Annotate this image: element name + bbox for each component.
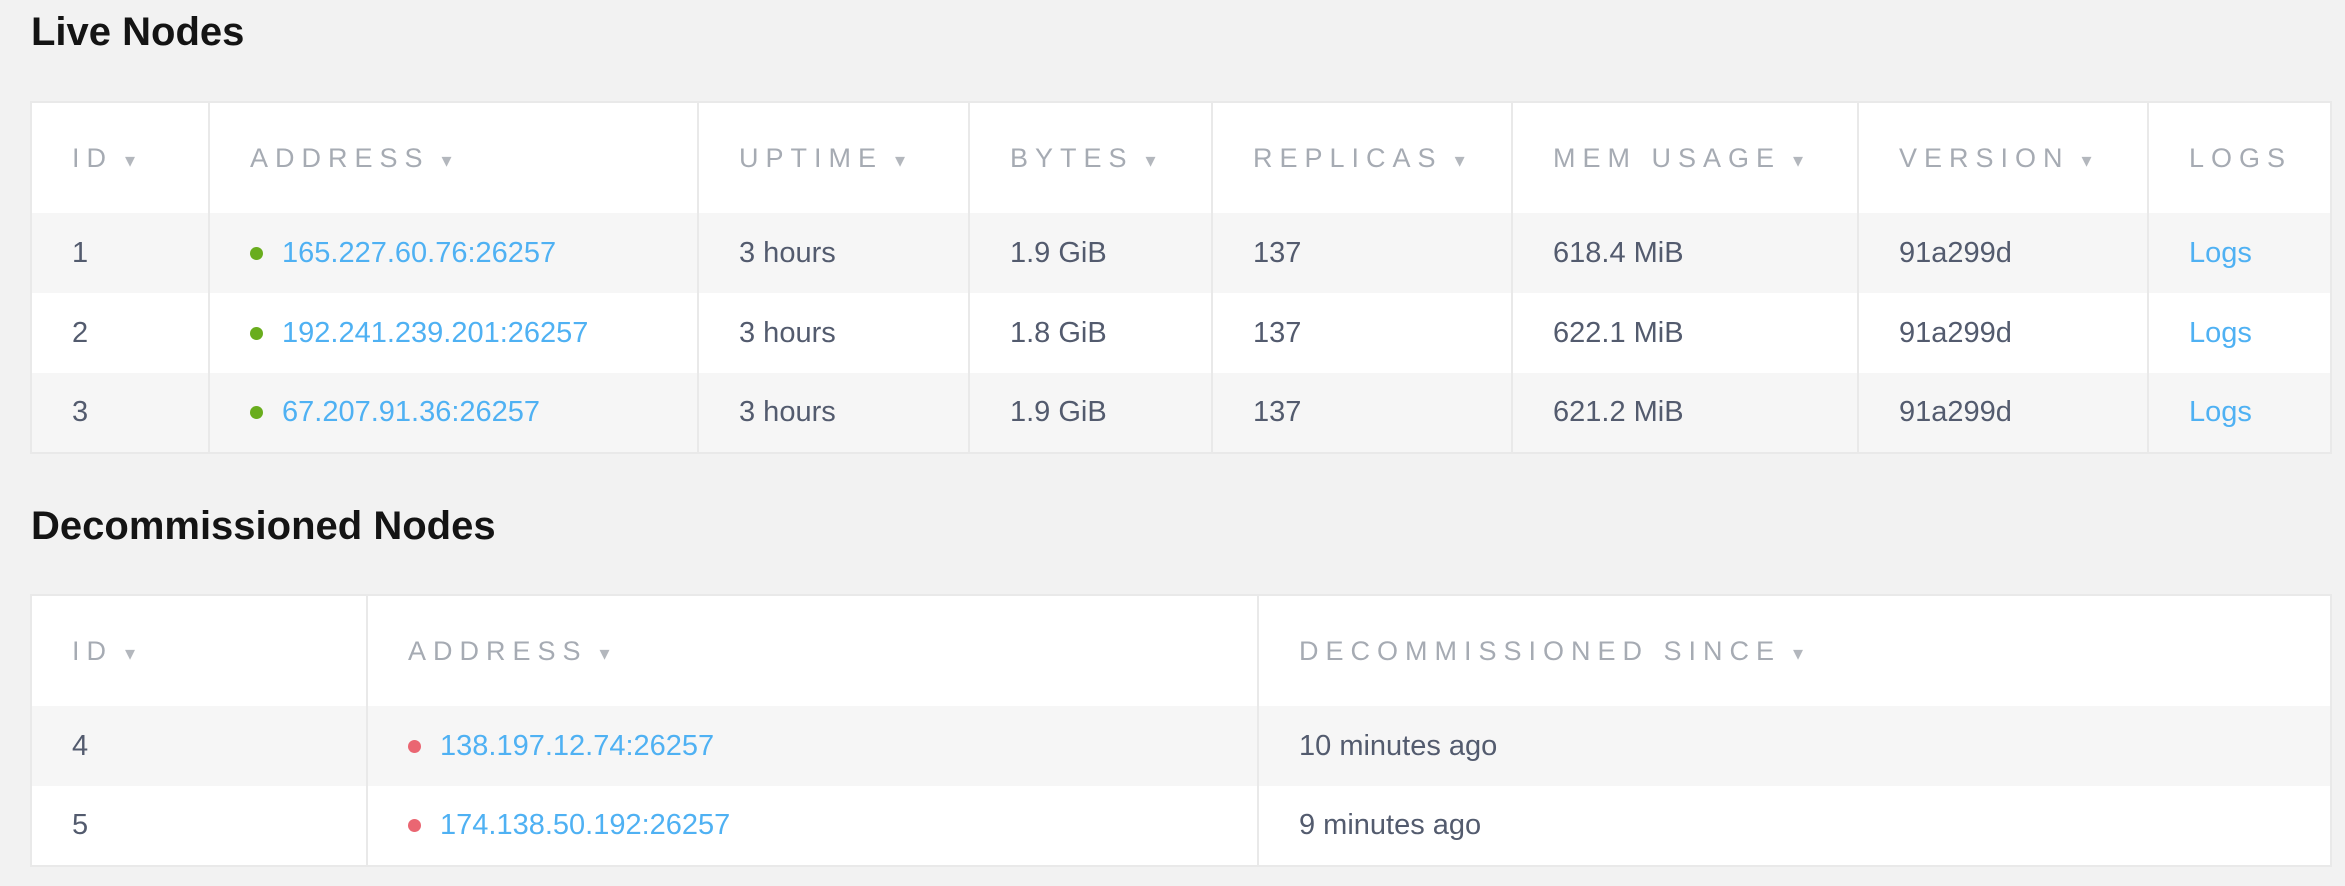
live-nodes-section: Live Nodes ID ▾ ADDRESS ▾ UPTIME ▾ BYTES ▾ R… [0, 8, 2345, 454]
live-nodes-table: ID ▾ ADDRESS ▾ UPTIME ▾ BYTES ▾ REPLICAS ▾ ME… [30, 101, 2332, 454]
column-header-bytes[interactable]: BYTES ▾ [969, 102, 1212, 213]
node-address-cell: 165.227.60.76:26257 [209, 213, 698, 293]
logs-link[interactable]: Logs [2189, 237, 2252, 269]
live-status-icon [250, 406, 263, 419]
uptime-cell: 3 hours [698, 293, 969, 373]
column-header-label: REPLICAS [1253, 143, 1443, 173]
live-nodes-title: Live Nodes [31, 8, 2345, 56]
node-id-cell: 1 [31, 213, 209, 293]
table-header-row: ID ▾ ADDRESS ▾ UPTIME ▾ BYTES ▾ REPLICAS ▾ ME… [31, 102, 2331, 213]
sort-arrow-icon: ▾ [1455, 150, 1465, 172]
logs-link[interactable]: Logs [2189, 317, 2252, 349]
column-header-decommissioned-since[interactable]: DECOMMISSIONED SINCE ▾ [1258, 595, 2331, 706]
uptime-cell: 3 hours [698, 213, 969, 293]
column-header-address[interactable]: ADDRESS ▾ [209, 102, 698, 213]
node-id-cell: 2 [31, 293, 209, 373]
decommissioned-status-icon [408, 819, 421, 832]
column-header-uptime[interactable]: UPTIME ▾ [698, 102, 969, 213]
column-header-label: UPTIME [739, 143, 883, 173]
address-link[interactable]: 192.241.239.201:26257 [282, 317, 588, 350]
column-header-label: ID [72, 636, 113, 666]
sort-arrow-icon: ▾ [895, 150, 905, 172]
node-address-cell: 138.197.12.74:26257 [367, 706, 1258, 786]
column-header-label: LOGS [2189, 143, 2292, 173]
table-header-row: ID ▾ ADDRESS ▾ DECOMMISSIONED SINCE ▾ [31, 595, 2331, 706]
sort-arrow-icon: ▾ [125, 150, 135, 172]
decommissioned-since-cell: 10 minutes ago [1258, 706, 2331, 786]
bytes-cell: 1.8 GiB [969, 293, 1212, 373]
sort-arrow-icon: ▾ [1146, 150, 1156, 172]
decommissioned-nodes-section: Decommissioned Nodes ID ▾ ADDRESS ▾ DECOMM… [0, 502, 2345, 867]
replicas-cell: 137 [1212, 293, 1512, 373]
column-header-mem-usage[interactable]: MEM USAGE ▾ [1512, 102, 1858, 213]
logs-cell: Logs [2148, 293, 2331, 373]
sort-arrow-icon: ▾ [600, 643, 610, 665]
live-status-icon [250, 247, 263, 260]
node-id-cell: 4 [31, 706, 367, 786]
table-row: 3 67.207.91.36:26257 3 hours 1.9 GiB 137… [31, 373, 2331, 453]
node-address-cell: 67.207.91.36:26257 [209, 373, 698, 453]
column-header-label: ID [72, 143, 113, 173]
sort-arrow-icon: ▾ [2082, 150, 2092, 172]
column-header-id[interactable]: ID ▾ [31, 102, 209, 213]
column-header-replicas[interactable]: REPLICAS ▾ [1212, 102, 1512, 213]
sort-arrow-icon: ▾ [442, 150, 452, 172]
column-header-label: ADDRESS [250, 143, 430, 173]
table-row: 5 174.138.50.192:26257 9 minutes ago [31, 786, 2331, 866]
sort-arrow-icon: ▾ [125, 643, 135, 665]
decommissioned-nodes-title: Decommissioned Nodes [31, 502, 2345, 550]
bytes-cell: 1.9 GiB [969, 213, 1212, 293]
column-header-label: VERSION [1899, 143, 2070, 173]
table-row: 2 192.241.239.201:26257 3 hours 1.8 GiB … [31, 293, 2331, 373]
mem-usage-cell: 621.2 MiB [1512, 373, 1858, 453]
replicas-cell: 137 [1212, 213, 1512, 293]
mem-usage-cell: 622.1 MiB [1512, 293, 1858, 373]
column-header-logs: LOGS [2148, 102, 2331, 213]
uptime-cell: 3 hours [698, 373, 969, 453]
live-status-icon [250, 327, 263, 340]
bytes-cell: 1.9 GiB [969, 373, 1212, 453]
address-link[interactable]: 174.138.50.192:26257 [440, 809, 730, 842]
node-address-cell: 192.241.239.201:26257 [209, 293, 698, 373]
node-id-cell: 3 [31, 373, 209, 453]
replicas-cell: 137 [1212, 373, 1512, 453]
node-id-cell: 5 [31, 786, 367, 866]
column-header-address[interactable]: ADDRESS ▾ [367, 595, 1258, 706]
address-link[interactable]: 138.197.12.74:26257 [440, 730, 714, 763]
sort-arrow-icon: ▾ [1793, 150, 1803, 172]
column-header-id[interactable]: ID ▾ [31, 595, 367, 706]
column-header-label: BYTES [1010, 143, 1134, 173]
decommissioned-nodes-table: ID ▾ ADDRESS ▾ DECOMMISSIONED SINCE ▾ 4 138… [30, 594, 2332, 867]
node-address-cell: 174.138.50.192:26257 [367, 786, 1258, 866]
address-link[interactable]: 67.207.91.36:26257 [282, 396, 540, 429]
column-header-version[interactable]: VERSION ▾ [1858, 102, 2148, 213]
logs-cell: Logs [2148, 373, 2331, 453]
address-link[interactable]: 165.227.60.76:26257 [282, 237, 556, 270]
column-header-label: DECOMMISSIONED SINCE [1299, 636, 1781, 666]
version-cell: 91a299d [1858, 373, 2148, 453]
decommissioned-status-icon [408, 740, 421, 753]
logs-cell: Logs [2148, 213, 2331, 293]
table-row: 4 138.197.12.74:26257 10 minutes ago [31, 706, 2331, 786]
version-cell: 91a299d [1858, 213, 2148, 293]
sort-arrow-icon: ▾ [1793, 643, 1803, 665]
mem-usage-cell: 618.4 MiB [1512, 213, 1858, 293]
decommissioned-since-cell: 9 minutes ago [1258, 786, 2331, 866]
logs-link[interactable]: Logs [2189, 396, 2252, 428]
version-cell: 91a299d [1858, 293, 2148, 373]
column-header-label: MEM USAGE [1553, 143, 1781, 173]
column-header-label: ADDRESS [408, 636, 588, 666]
table-row: 1 165.227.60.76:26257 3 hours 1.9 GiB 13… [31, 213, 2331, 293]
